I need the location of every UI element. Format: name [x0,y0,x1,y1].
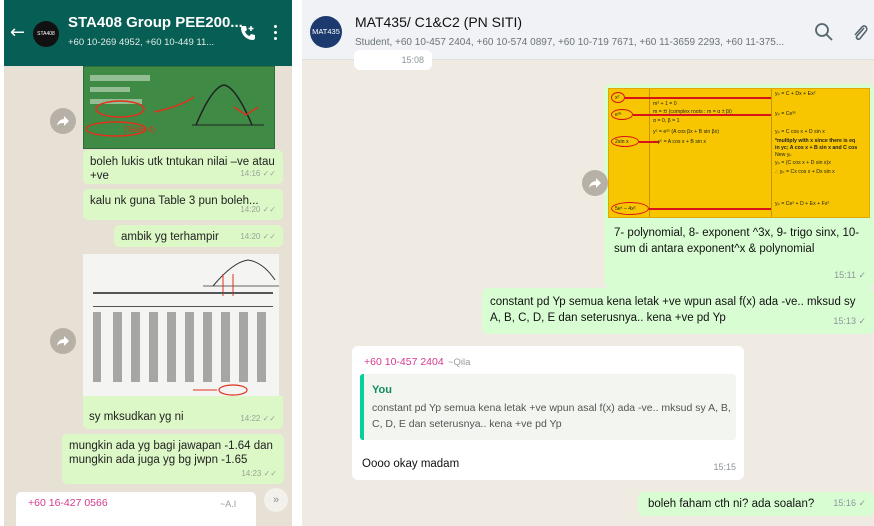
message-time: 14:16 ✓✓ [240,169,276,178]
search-icon[interactable] [814,22,834,42]
highlight-line [625,97,771,99]
message-bubble[interactable]: boleh lukis utk tntukan nilai –ve atau +… [83,150,283,184]
table-cell: New yₚ [775,152,792,158]
forward-icon[interactable] [50,328,76,354]
table-cell: yₚ = Ce³ˣ [775,111,796,117]
message-text: kalu nk guna Table 3 pun boleh... [90,195,259,207]
sender-name: ~A.I [220,499,237,509]
table-cell: *multiply with x since there is eq [775,138,856,144]
forward-icon[interactable] [50,108,76,134]
group-title[interactable]: STA408 Group PEE200... [68,14,243,31]
message-text: mungkin ada yg bagi jawapan -1.64 dan mu… [69,440,273,466]
table-cell: yₚ = C + Dx + Ex² [775,91,816,97]
more-menu-icon[interactable] [274,25,278,41]
message-bubble[interactable]: ambik yg terhampir 14:20 ✓✓ [114,225,283,247]
group-avatar[interactable]: STA408 [33,21,59,47]
handwriting-graph-drawing [85,75,264,137]
message-bubble[interactable]: 15:08 [354,50,432,70]
table-note: (Table 4) [124,125,156,134]
incoming-message-bubble[interactable]: +60 16-427 0566 ~A.I [16,492,256,526]
phone-chat-header: ← STA408 STA408 Group PEE200... +60 10-2… [4,0,292,66]
sender-number[interactable]: +60 10-457 2404 [364,354,444,370]
message-text: ambik yg terhampir [121,231,219,243]
message-time: 14:23 ✓✓ [241,469,277,478]
message-text: boleh faham cth ni? ada soalan? [648,498,815,510]
phone-chat-panel: ← STA408 STA408 Group PEE200... +60 10-2… [4,0,292,526]
highlight-line [649,208,771,210]
message-bubble[interactable]: mungkin ada yg bagi jawapan -1.64 dan mu… [62,434,284,484]
quote-text: constant pd Yp semua kena letak +ve wpun… [372,402,731,430]
scroll-down-button[interactable]: » [264,488,288,512]
z-table-image[interactable] [83,254,279,396]
message-time: 15:15 [713,462,736,472]
table-cell: ∴ yᶜ = A cos x + B sin x [653,139,706,145]
table-cell: yₚ = Ceˣ + D + Ex + Fx² [775,201,830,207]
desktop-chat-panel: MAT435 MAT435/ C1&C2 (PN SITI) Student, … [302,0,874,526]
z-table-drawing [93,259,279,396]
group-title[interactable]: MAT435/ C1&C2 (PN SITI) [355,14,522,30]
message-bubble[interactable]: constant pd Yp semua kena letak +ve wpun… [482,288,874,334]
table-cell: ∴ yₚ = Cx cos x + Dx sin x [775,169,835,175]
message-time: 14:20 ✓✓ [240,232,276,241]
message-text: constant pd Yp semua kena letak +ve wpun… [490,296,856,324]
handwritten-notes-image[interactable]: (Table 4) [83,66,275,149]
message-time: 15:13 ✓ [833,316,866,326]
highlight-circle [611,202,649,215]
message-text: Oooo okay madam [362,458,460,470]
highlight-circle [611,109,633,120]
message-bubble[interactable]: sy mksudkan yg ni 14:22 ✓✓ [83,396,283,429]
table-cell: in yc; A cos x + B sin x and C cos [775,145,858,151]
add-call-icon[interactable] [239,24,257,42]
message-time: 15:16 ✓ [833,498,866,508]
forward-icon[interactable] [582,170,608,196]
quoted-message[interactable]: You constant pd Yp semua kena letak +ve … [360,374,736,440]
group-members: Student, +60 10-457 2404, +60 10-574 089… [355,37,785,48]
table-cell: yₚ = C cos x + D sin x [775,129,825,135]
back-arrow-icon[interactable]: ← [10,22,25,43]
table-cell: yᶜ = eᵅˣ (A cos βx + B sin βx) [653,129,719,135]
message-time: 15:08 [401,55,424,65]
quote-author: You [372,384,392,396]
group-avatar[interactable]: MAT435 [310,16,342,48]
message-bubble[interactable]: boleh faham cth ni? ada soalan? 15:16 ✓ [638,492,874,516]
message-time: 14:22 ✓✓ [240,414,276,423]
table-cell: m = ±i (complex roots : m = α ± βi) [653,109,732,115]
table-cell: yₚ = (C cos x + D sin x)x [775,160,831,166]
table-cell: α = 0, β = 1 [653,118,680,124]
message-time: 15:11 ✓ [834,270,866,280]
reply-message-bubble[interactable]: +60 10-457 2404 ~Qila You constant pd Yp… [352,346,744,480]
message-time: 14:20 ✓✓ [240,205,276,214]
sender-name: ~Qila [448,357,471,368]
particular-solution-table-image[interactable]: x² e³ˣ 2sin x 5eˣ – 4x² m² + 1 = 0 m = ±… [608,88,870,218]
table-divider [771,89,772,217]
table-cell: m² + 1 = 0 [653,101,677,107]
message-text: sy mksudkan yg ni [89,411,184,423]
message-bubble[interactable]: kalu nk guna Table 3 pun boleh... 14:20 … [83,189,283,220]
highlight-circle [611,92,625,103]
sender-number[interactable]: +60 16-427 0566 [28,497,108,509]
highlight-circle [611,136,639,147]
table-divider [649,89,650,217]
group-members: +60 10-269 4952, +60 10-449 11... [68,37,215,48]
message-caption: 7- polynomial, 8- exponent ^3x, 9- trigo… [614,227,860,255]
attach-icon[interactable] [852,22,868,44]
